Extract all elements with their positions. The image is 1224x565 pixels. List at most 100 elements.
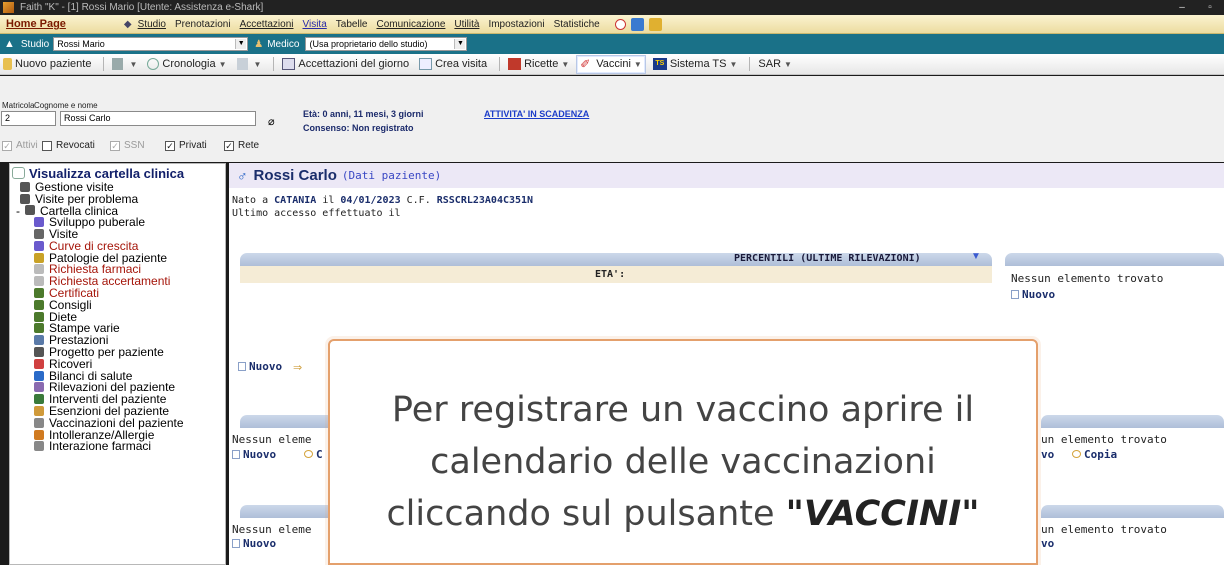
studio-select[interactable]: Rossi Mario ▼ — [53, 37, 249, 51]
tree-item[interactable]: Stampe varie — [10, 321, 225, 335]
chevron-down-icon: ▼ — [235, 39, 247, 49]
chevron-down-icon: ▼ — [454, 39, 466, 49]
minimize-button[interactable]: – — [1168, 0, 1196, 15]
tree-item[interactable]: Certificati — [10, 286, 225, 300]
filter-private-checkbox[interactable]: ✓ Privati — [165, 140, 207, 151]
day-acceptances-label: Accettazioni del giorno — [298, 58, 410, 70]
tree-item[interactable]: Interazione farmaci — [10, 439, 225, 453]
left-panel-3-new[interactable]: Nuovo — [232, 537, 276, 550]
right-panel-1-empty: Nessun elemento trovato — [1011, 272, 1164, 285]
folder-icon[interactable] — [648, 17, 662, 31]
medico-select[interactable]: (Usa proprietario dello studio) ▼ — [305, 37, 468, 51]
visit-icon — [419, 58, 433, 70]
menu-statistiche[interactable]: Statistiche — [554, 19, 600, 30]
chevron-down-icon: ▼ — [729, 59, 738, 69]
tree-item[interactable]: Progetto per paziente — [10, 345, 225, 359]
name-field[interactable]: Rossi Carlo — [60, 111, 256, 126]
right-panel-3-new[interactable]: vo — [1041, 537, 1054, 550]
right-panel-1-new[interactable]: Nuovo — [1011, 288, 1055, 301]
left-panel-3-band — [240, 505, 340, 518]
matricola-label: Matricola — [2, 101, 35, 110]
caption-vaccini-keyword: "VACCINI" — [785, 494, 980, 534]
filter-active-checkbox[interactable]: ✓ Attivi — [2, 140, 38, 151]
vaccines-button[interactable]: ✐ Vaccini ▼ — [576, 54, 646, 74]
right-panel-2-empty: un elemento trovato — [1041, 433, 1167, 446]
history-button[interactable]: Cronologia ▼ — [144, 55, 229, 74]
filter-revoked-checkbox[interactable]: Revocati — [42, 140, 95, 151]
menu-studio[interactable]: Studio — [138, 19, 166, 30]
copy-label: Copia — [1084, 448, 1118, 461]
sar-button[interactable]: SAR ▼ — [755, 55, 795, 74]
filter-network-checkbox[interactable]: ✓ Rete — [224, 140, 259, 151]
recipes-button[interactable]: Ricette ▼ — [505, 55, 572, 74]
visit-doc-icon — [34, 229, 44, 240]
left-panel-2-new[interactable]: Nuovo — [232, 448, 276, 461]
new-doc-icon — [1011, 290, 1019, 299]
chevron-down-icon: ▼ — [561, 59, 570, 69]
clinical-record-tree: Visualizza cartella clinica Gestione vis… — [9, 163, 226, 565]
tree-items: Gestione visite Visite per problema - Carte… — [10, 180, 225, 454]
new-label: Nuovo — [1022, 288, 1056, 301]
right-panel-2-copy[interactable]: Copia — [1072, 448, 1117, 461]
patient-search-panel: Matricola Cognome e nome 2 Rossi Carlo ⌀… — [0, 76, 1224, 162]
tree-collapse-toggle[interactable]: - — [16, 204, 20, 218]
back-icon — [112, 58, 124, 70]
right-panel-1-band — [1005, 253, 1224, 266]
menu-tabelle[interactable]: Tabelle — [336, 19, 368, 30]
create-visit-button[interactable]: Crea visita — [416, 55, 490, 74]
expiring-activities-link[interactable]: ATTIVITA' IN SCADENZA — [484, 109, 589, 119]
menu-accettazioni[interactable]: Accettazioni — [240, 19, 294, 30]
caption-line-3-text: cliccando sul pulsante — [386, 494, 786, 534]
tree-root[interactable]: Visualizza cartella clinica — [10, 164, 225, 181]
new-doc-icon — [232, 450, 240, 459]
copy-icon[interactable]: ⇒ — [293, 361, 302, 374]
caption-line-3: cliccando sul pulsante "VACCINI" — [386, 488, 979, 540]
checkbox-label: Attivi — [16, 140, 38, 151]
new-patient-label: Nuovo paziente — [15, 58, 92, 70]
growth-icon — [34, 240, 44, 251]
filter-ssn-checkbox[interactable]: ✓ SSN — [110, 140, 145, 151]
caption-line-1: Per registrare un vaccino aprire il — [391, 390, 975, 430]
right-panel-2-new[interactable]: vo — [1041, 448, 1054, 461]
back-arrow-icon[interactable]: ◆ — [124, 19, 132, 30]
checkbox-label: SSN — [124, 140, 145, 151]
copy-icon — [304, 450, 313, 458]
menu-visita[interactable]: Visita — [303, 19, 327, 30]
menu-comunicazione[interactable]: Comunicazione — [376, 19, 445, 30]
ts-system-button[interactable]: TS Sistema TS ▼ — [650, 55, 741, 74]
new-percentile-button[interactable]: Nuovo — [238, 360, 282, 373]
day-acceptances-button[interactable]: Accettazioni del giorno — [279, 55, 412, 74]
tree-item[interactable]: Consigli — [10, 298, 225, 312]
new-doc-icon — [238, 362, 246, 371]
chat-icon[interactable] — [630, 17, 644, 31]
menu-impostazioni[interactable]: Impostazioni — [488, 19, 544, 30]
hospital-icon — [34, 358, 44, 369]
new-label: Nuovo — [243, 537, 277, 550]
toolbar-separator — [273, 57, 275, 71]
measurements-icon — [34, 382, 44, 393]
ts-system-label: Sistema TS — [669, 58, 727, 70]
allergy-icon — [34, 429, 44, 440]
forward-button[interactable]: ▼ — [234, 55, 265, 74]
help-icon[interactable] — [614, 18, 626, 30]
menu-prenotazioni[interactable]: Prenotazioni — [175, 19, 231, 30]
clear-search-icon[interactable]: ⌀ — [268, 115, 275, 128]
user-add-icon — [3, 58, 12, 70]
back-button[interactable]: ▼ — [109, 55, 140, 74]
matricola-field[interactable]: 2 — [1, 111, 56, 126]
copy-icon — [1072, 450, 1081, 458]
pathology-icon — [34, 252, 44, 263]
chevron-down-icon: ▼ — [253, 59, 262, 69]
chevron-down-icon[interactable]: ▼ — [971, 251, 981, 262]
toolbar-separator — [103, 57, 105, 71]
checkbox-label: Privati — [179, 140, 207, 151]
maximize-button[interactable]: ▫ — [1196, 0, 1224, 15]
tree-item[interactable]: Sviluppo puberale — [10, 215, 225, 229]
left-panel-2-copy[interactable]: C — [304, 448, 323, 461]
patient-data-link[interactable]: (Dati paziente) — [342, 169, 441, 182]
menu-home-page[interactable]: Home Page — [6, 18, 66, 30]
new-patient-button[interactable]: Nuovo paziente — [0, 55, 94, 74]
tree-item[interactable]: Richiesta accertamenti — [10, 274, 225, 288]
birth-date: 04/01/2023 — [340, 195, 401, 206]
menu-utilita[interactable]: Utilità — [454, 19, 479, 30]
